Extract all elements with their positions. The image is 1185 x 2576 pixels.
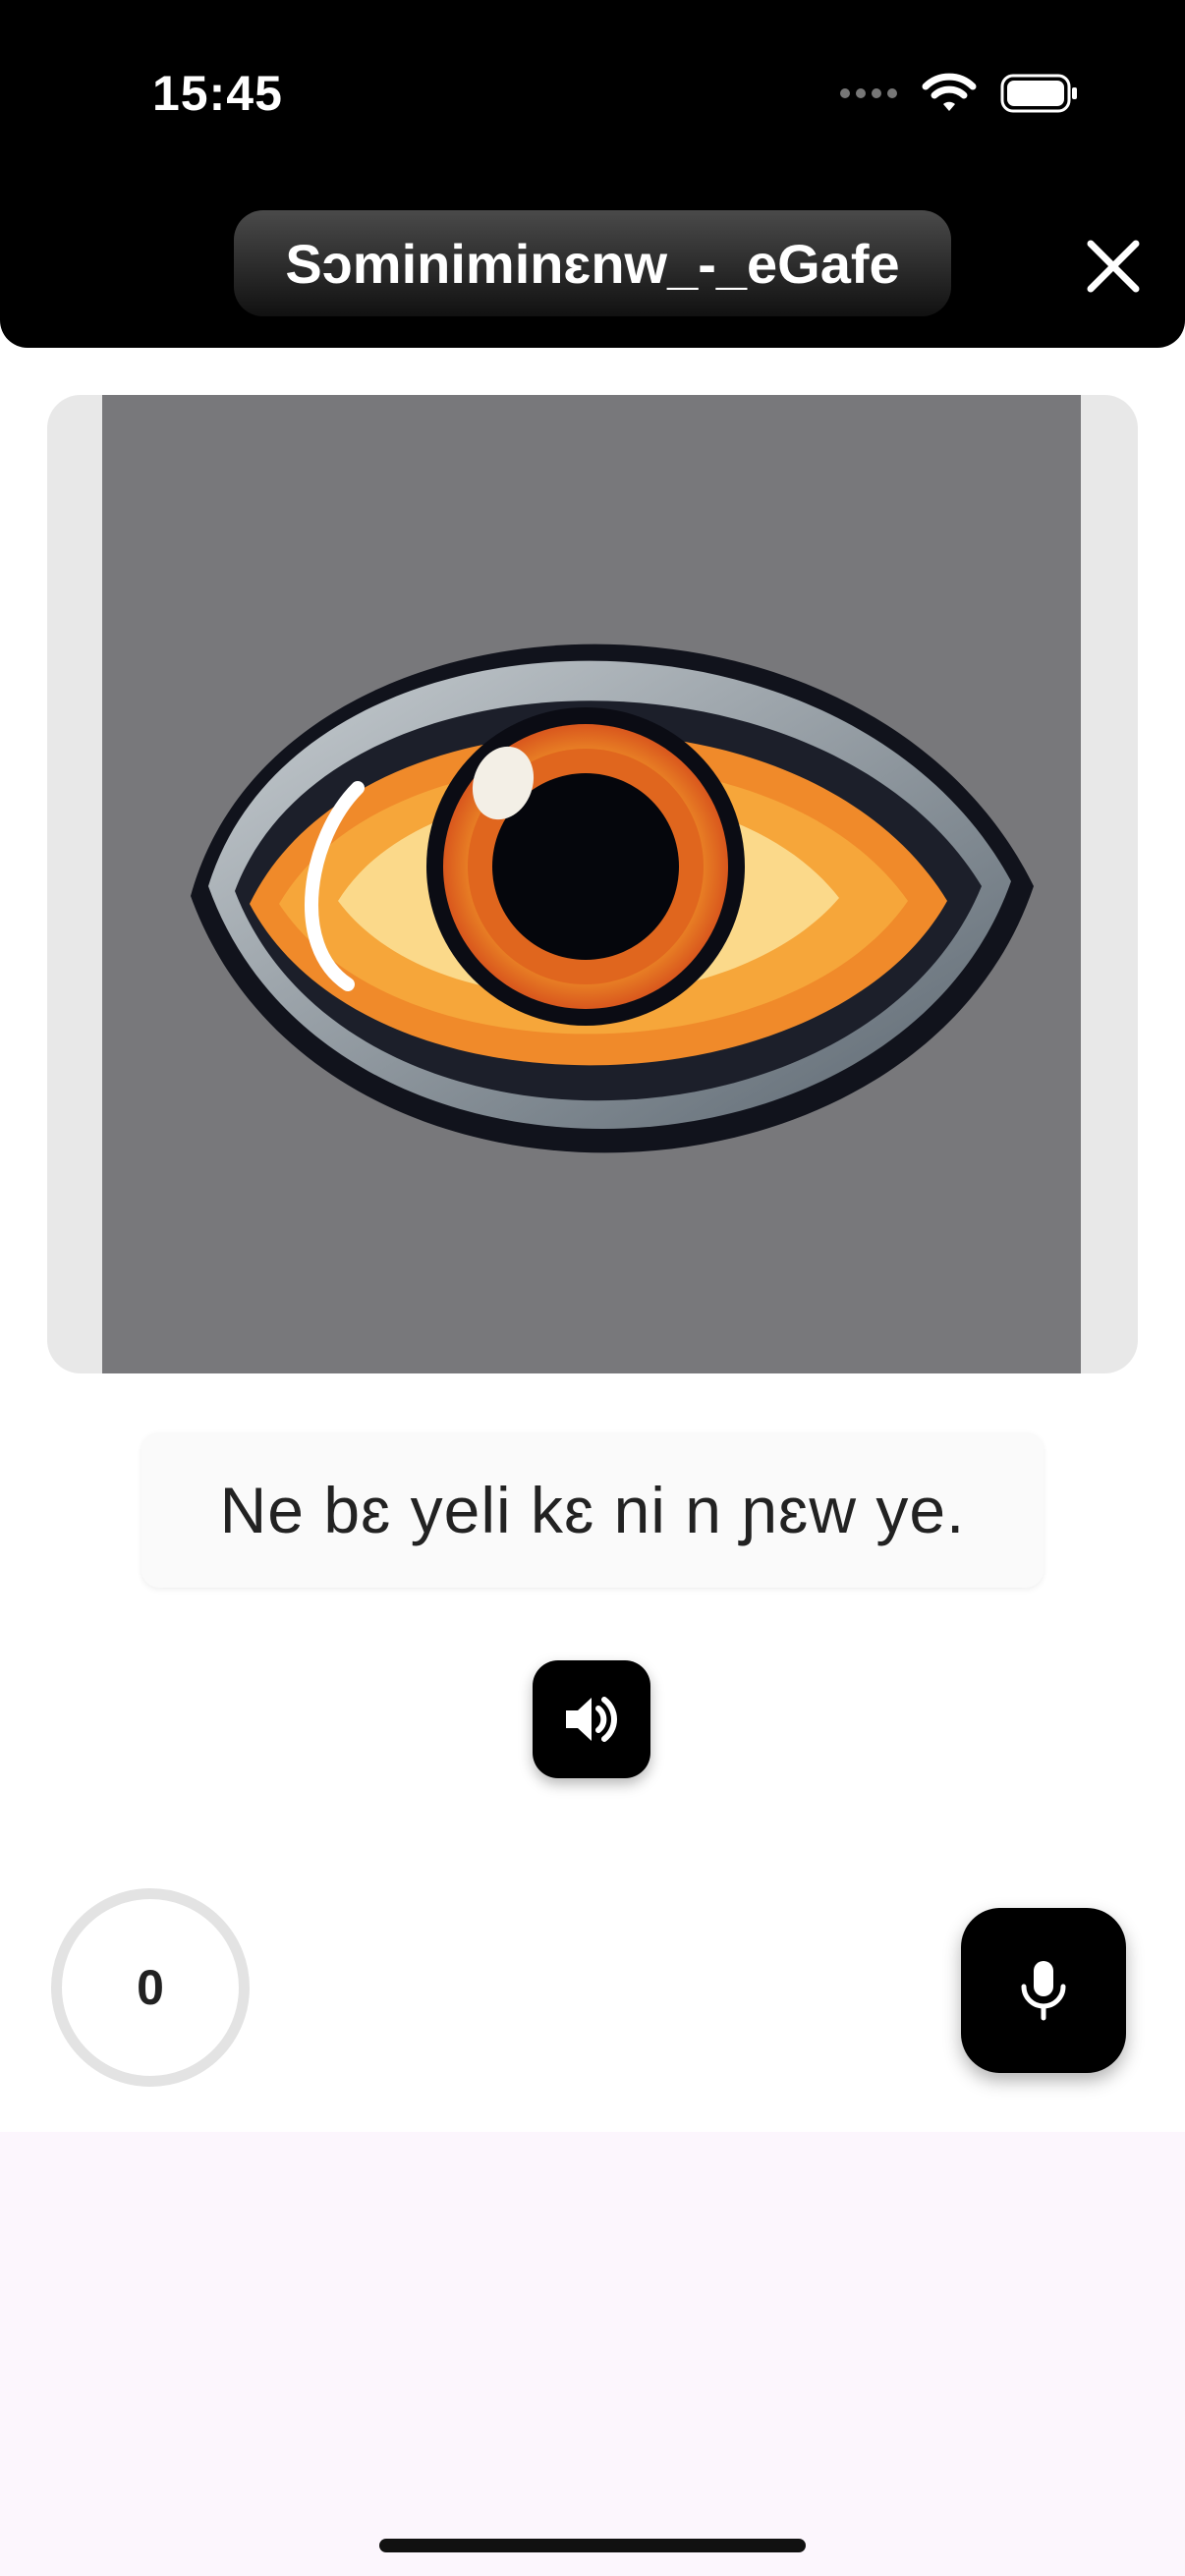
signal-dots-icon	[839, 86, 898, 105]
record-button[interactable]	[961, 1908, 1126, 2073]
bottom-area	[0, 2132, 1185, 2576]
play-audio-button[interactable]	[533, 1660, 650, 1778]
image-card	[47, 395, 1138, 1373]
screen: 15:45 Sɔminiminɛnw_-_eGafe Ne bɛ yeli kɛ…	[0, 0, 1185, 2576]
top-bar: 15:45 Sɔminiminɛnw_-_eGafe	[0, 0, 1185, 348]
lesson-title: Sɔminiminɛnw_-_eGafe	[234, 210, 951, 316]
score-indicator: 0	[51, 1888, 250, 2087]
sentence-text: Ne bɛ yeli kɛ ni n ɲɛw ye.	[141, 1432, 1044, 1588]
close-icon	[1087, 240, 1140, 293]
microphone-icon	[1021, 1961, 1066, 2021]
status-time: 15:45	[152, 66, 283, 121]
battery-icon	[1000, 73, 1079, 119]
close-button[interactable]	[1081, 234, 1146, 299]
eye-illustration	[102, 395, 1081, 1373]
wifi-icon	[922, 73, 977, 119]
home-indicator[interactable]	[379, 2539, 806, 2552]
status-icons	[839, 73, 1079, 119]
speaker-icon	[566, 1697, 617, 1742]
